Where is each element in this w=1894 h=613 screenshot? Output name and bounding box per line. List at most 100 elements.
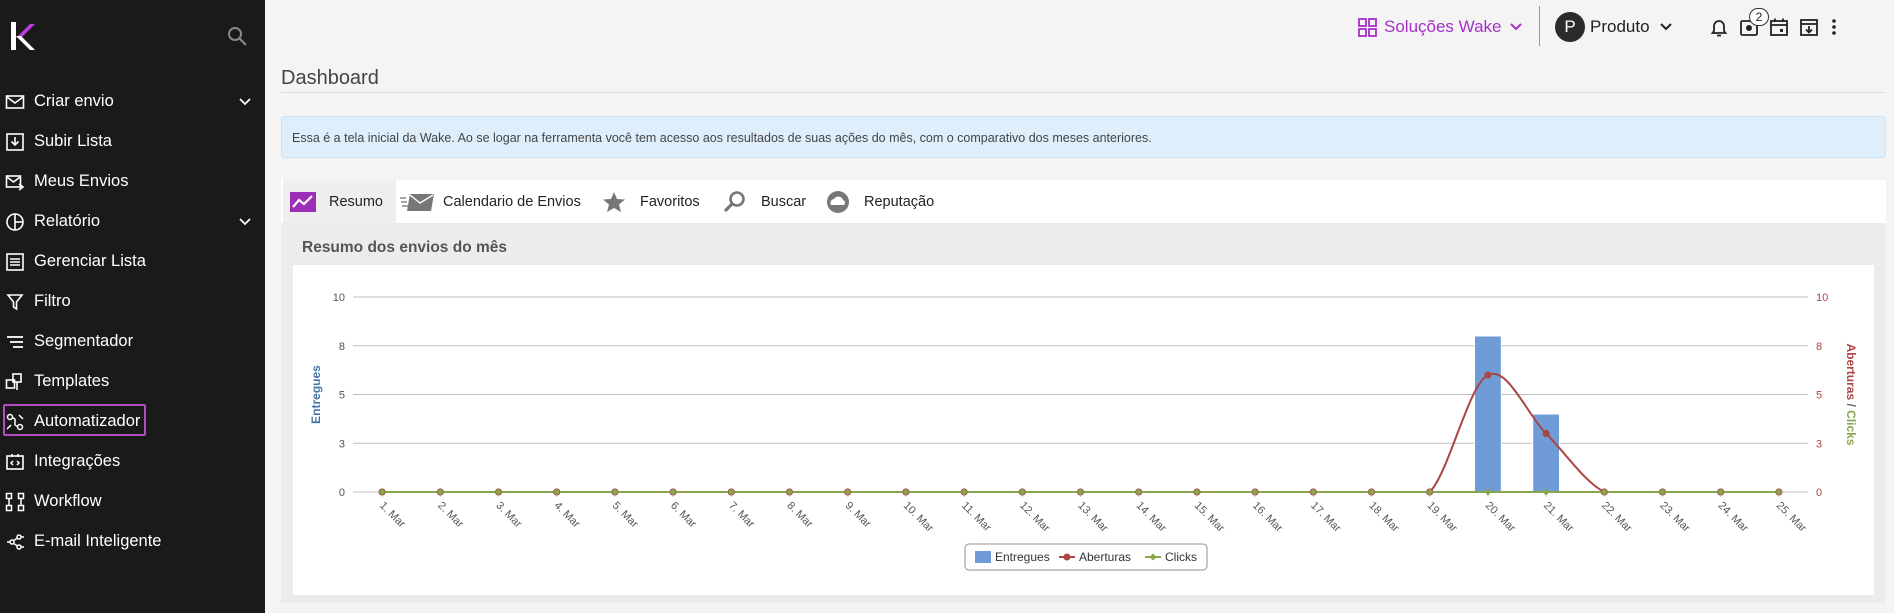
x-tick-label: 18. Mar bbox=[1366, 500, 1401, 535]
x-tick-label: 10. Mar bbox=[901, 500, 936, 535]
y-right-tick-label: 0 bbox=[1816, 487, 1822, 499]
line-aberturas bbox=[382, 372, 1779, 494]
x-tick-label: 19. Mar bbox=[1425, 500, 1460, 535]
x-tick-label: 7. Mar bbox=[726, 500, 757, 531]
tab-buscar[interactable]: Buscar bbox=[721, 180, 806, 223]
sidebar-item-label: Meus Envios bbox=[34, 171, 129, 190]
chart-legend: Entregues Aberturas Clicks bbox=[964, 543, 1208, 571]
sent-mail-icon bbox=[5, 175, 25, 191]
sidebar-item-meus-envios[interactable]: Meus Envios bbox=[0, 161, 265, 201]
pie-chart-icon bbox=[6, 213, 24, 231]
apps-grid-icon bbox=[1358, 17, 1377, 37]
sidebar-item-automatizador[interactable]: Automatizador bbox=[0, 401, 265, 441]
templates-icon bbox=[5, 373, 22, 390]
x-tick-label: 2. Mar bbox=[435, 500, 466, 531]
sidebar-nav: Criar envio Subir Lista Meus Envios Rela… bbox=[0, 81, 265, 561]
search-icon[interactable] bbox=[226, 25, 248, 47]
x-tick-label: 3. Mar bbox=[493, 500, 524, 531]
workflow-icon bbox=[5, 492, 25, 512]
sidebar-item-gerenciar-lista[interactable]: Gerenciar Lista bbox=[0, 241, 265, 281]
sidebar-item-segmentador[interactable]: Segmentador bbox=[0, 321, 265, 361]
automation-icon bbox=[6, 413, 24, 431]
info-banner: Essa é a tela inicial da Wake. Ao se log… bbox=[281, 116, 1886, 158]
x-tick-label: 8. Mar bbox=[784, 500, 815, 531]
x-tick-label: 11. Mar bbox=[959, 500, 994, 535]
sidebar-item-templates[interactable]: Templates bbox=[0, 361, 265, 401]
sidebar-item-workflow[interactable]: Workflow bbox=[0, 481, 265, 521]
title-divider bbox=[281, 92, 1885, 93]
x-tick-label: 25. Mar bbox=[1774, 500, 1809, 535]
sidebar-item-integracoes[interactable]: Integrações bbox=[0, 441, 265, 481]
more-vert-icon[interactable] bbox=[1828, 16, 1840, 38]
summary-panel: Resumo dos envios do mês 0 0 3 3 5 5 8 8 10 10 Ent… bbox=[281, 223, 1886, 603]
sidebar-item-criar-envio[interactable]: Criar envio bbox=[0, 81, 265, 121]
sidebar-item-email-inteligente[interactable]: E-mail Inteligente bbox=[0, 521, 265, 561]
sidebar-item-filtro[interactable]: Filtro bbox=[0, 281, 265, 321]
cloud-face-icon bbox=[827, 190, 849, 213]
trend-chart-icon bbox=[290, 191, 316, 212]
x-tick-label: 16. Mar bbox=[1250, 500, 1285, 535]
download-icon[interactable] bbox=[1798, 16, 1820, 38]
tab-label: Buscar bbox=[761, 193, 807, 210]
list-icon bbox=[6, 253, 24, 271]
y-right-tick-label: 5 bbox=[1816, 390, 1822, 402]
sidebar-item-relatorio[interactable]: Relatório bbox=[0, 201, 265, 241]
integration-icon bbox=[6, 454, 24, 470]
x-tick-label: 15. Mar bbox=[1192, 500, 1227, 535]
sidebar-item-label: E-mail Inteligente bbox=[34, 531, 162, 550]
y-left-axis-label: Entregues bbox=[309, 365, 323, 424]
filter-icon bbox=[6, 294, 24, 311]
x-tick-label: 6. Mar bbox=[668, 500, 699, 531]
sidebar-item-label: Filtro bbox=[34, 291, 71, 310]
tab-label: Calendario de Envios bbox=[443, 193, 581, 210]
chevron-down-icon[interactable] bbox=[237, 93, 253, 109]
legend-label-aberturas: Aberturas bbox=[1079, 550, 1131, 564]
sidebar-item-label: Subir Lista bbox=[34, 131, 112, 150]
chevron-down-icon[interactable] bbox=[237, 213, 253, 229]
upload-list-icon bbox=[6, 133, 24, 151]
brain-icon bbox=[7, 534, 24, 550]
y-left-tick-label: 3 bbox=[339, 438, 345, 450]
x-tick-label: 24. Mar bbox=[1716, 500, 1751, 535]
tab-reputacao[interactable]: Reputação bbox=[824, 180, 934, 223]
sidebar-item-label: Templates bbox=[34, 371, 110, 390]
chevron-down-icon bbox=[1510, 23, 1523, 31]
monthly-sends-chart: 0 0 3 3 5 5 8 8 10 10 Entregues Aberturas / Clicks 1… bbox=[309, 292, 1858, 571]
y-left-tick-label: 8 bbox=[339, 341, 345, 353]
solutions-selector[interactable]: Soluções Wake bbox=[1358, 14, 1523, 40]
y-right-axis-label: Aberturas / Clicks bbox=[1844, 343, 1858, 445]
chart-container: 0 0 3 3 5 5 8 8 10 10 Entregues Aberturas / Clicks 1… bbox=[293, 265, 1874, 595]
legend-label-entregues: Entregues bbox=[995, 550, 1050, 564]
y-left-tick-label: 10 bbox=[333, 292, 345, 304]
tab-calendario[interactable]: Calendario de Envios bbox=[399, 180, 581, 223]
bar-entregues bbox=[1474, 335, 1502, 493]
point-aberturas bbox=[1484, 371, 1492, 379]
calendar-icon[interactable] bbox=[1768, 16, 1790, 38]
topbar: Soluções Wake P Produto 2 bbox=[265, 0, 1894, 56]
y-right-tick-label: 8 bbox=[1816, 341, 1822, 353]
avatar: P bbox=[1555, 12, 1585, 42]
notification-badge: 2 bbox=[1749, 8, 1769, 26]
x-tick-label: 14. Mar bbox=[1134, 500, 1169, 535]
legend-marker-aberturas bbox=[1063, 553, 1071, 561]
x-tick-label: 17. Mar bbox=[1308, 500, 1343, 535]
bell-icon[interactable] bbox=[1708, 16, 1730, 38]
x-tick-label: 20. Mar bbox=[1483, 500, 1518, 535]
magnifier-icon bbox=[723, 190, 745, 212]
star-icon bbox=[603, 191, 625, 212]
sidebar-item-subir-lista[interactable]: Subir Lista bbox=[0, 121, 265, 161]
user-menu[interactable]: P Produto bbox=[1555, 12, 1673, 42]
x-tick-label: 9. Mar bbox=[843, 500, 874, 531]
sidebar-item-label: Segmentador bbox=[34, 331, 134, 350]
tab-label: Reputação bbox=[864, 193, 935, 210]
sidebar: Criar envio Subir Lista Meus Envios Rela… bbox=[0, 0, 265, 613]
user-name: Produto bbox=[1590, 17, 1650, 36]
wake-logo[interactable] bbox=[8, 20, 38, 52]
legend-swatch-entregues bbox=[975, 551, 991, 563]
mail-icon bbox=[5, 95, 25, 109]
tab-favoritos[interactable]: Favoritos bbox=[600, 180, 700, 223]
tab-resumo[interactable]: Resumo bbox=[283, 180, 396, 223]
tab-label: Resumo bbox=[329, 193, 383, 210]
x-tick-label: 13. Mar bbox=[1075, 500, 1110, 535]
y-right-tick-label: 3 bbox=[1816, 438, 1822, 450]
